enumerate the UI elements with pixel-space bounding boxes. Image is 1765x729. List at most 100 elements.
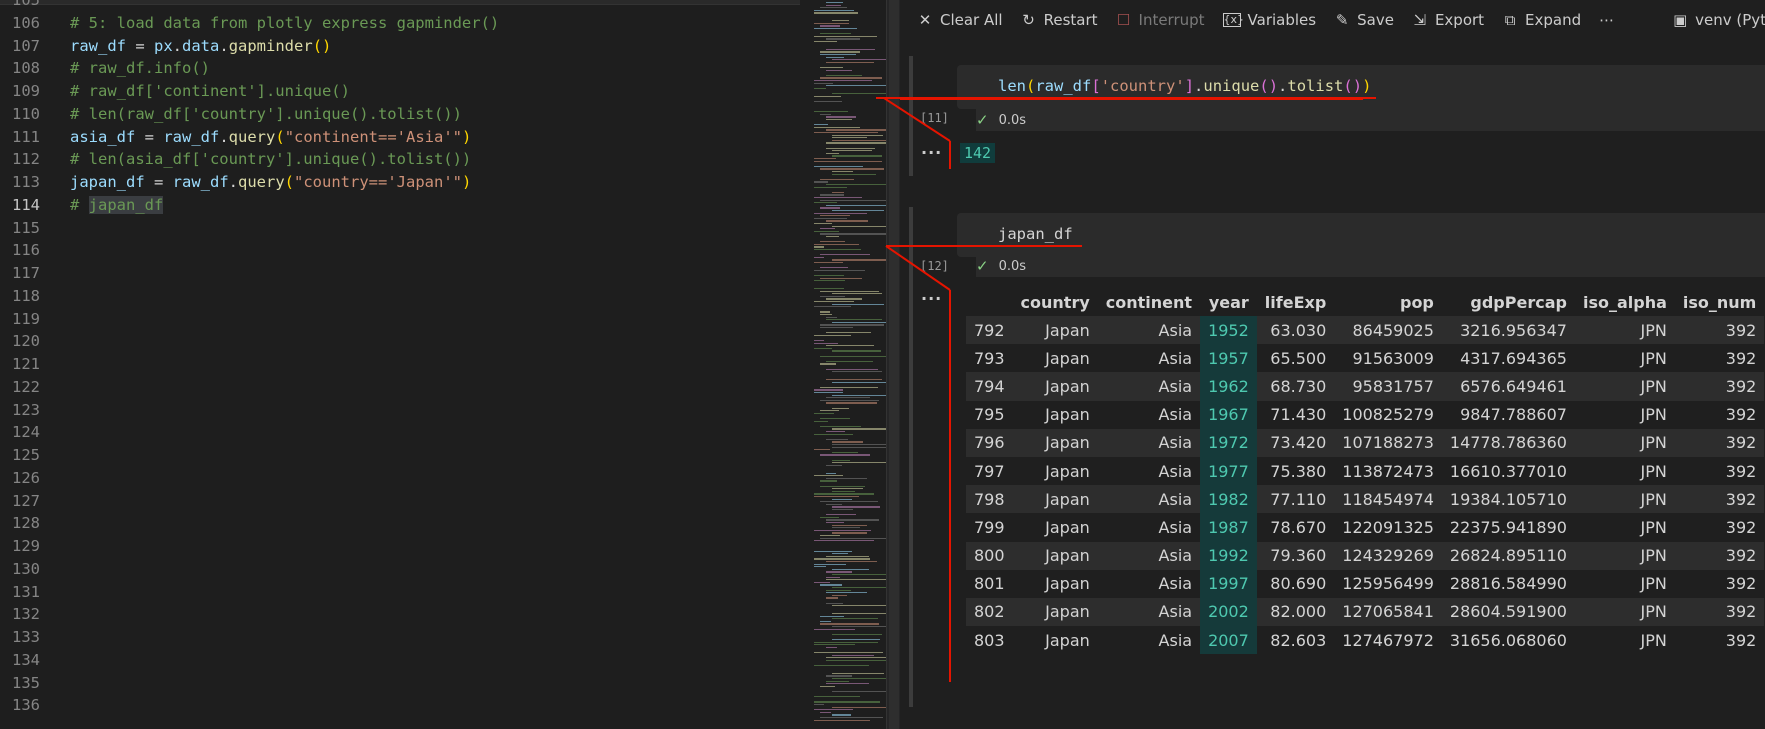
kernel-label: venv (Python 3 bbox=[1695, 11, 1765, 29]
minimap-line bbox=[820, 7, 848, 9]
code-line[interactable]: 122 bbox=[0, 376, 790, 399]
minimap-line bbox=[820, 290, 880, 292]
notebook-toolbar: ✕ Clear All ↻ Restart ☐ Interrupt {x} Va… bbox=[900, 0, 1765, 40]
table-cell: 3216.956347 bbox=[1460, 320, 1567, 340]
minimap-line bbox=[814, 347, 833, 350]
more-actions-button[interactable]: ⋯ bbox=[1599, 11, 1614, 29]
row-index: 794 bbox=[974, 376, 1005, 396]
code-line[interactable]: 118 bbox=[0, 285, 790, 308]
code-line[interactable]: 114 # japan_df bbox=[0, 194, 790, 217]
annotation-bracket-2 bbox=[949, 290, 951, 682]
minimap-line bbox=[832, 20, 850, 22]
code-line[interactable]: 106 # 5: load data from plotly express ga… bbox=[0, 12, 790, 35]
kernel-picker[interactable]: ▣ venv (Python 3 bbox=[1672, 11, 1765, 29]
code-line[interactable]: 116 bbox=[0, 239, 790, 262]
code-line[interactable]: 128 bbox=[0, 512, 790, 535]
code-line[interactable]: 108 # raw_df.info() bbox=[0, 57, 790, 80]
expand-button[interactable]: ⧉ Expand bbox=[1502, 11, 1581, 29]
minimap-line bbox=[814, 165, 864, 168]
code-line[interactable]: 115 bbox=[0, 217, 790, 240]
minimap-line bbox=[814, 342, 839, 344]
code-line[interactable]: 134 bbox=[0, 649, 790, 672]
code-line[interactable]: 121 bbox=[0, 353, 790, 376]
code-line[interactable]: 126 bbox=[0, 467, 790, 490]
minimap-line bbox=[814, 87, 827, 90]
code-line[interactable]: 107 raw_df = px.data.gapminder() bbox=[0, 35, 790, 58]
save-button[interactable]: ✎ Save bbox=[1334, 11, 1394, 29]
table-cell: 9847.788607 bbox=[1460, 405, 1567, 425]
minimap-line bbox=[814, 197, 862, 199]
minimap-line bbox=[832, 59, 888, 61]
minimap-line bbox=[826, 514, 857, 516]
table-cell: 19384.105710 bbox=[1449, 489, 1567, 509]
table-cell: 79.360 bbox=[1270, 546, 1327, 566]
clear-all-button[interactable]: ✕ Clear All bbox=[917, 11, 1003, 29]
minimap-line bbox=[814, 493, 874, 495]
code-line[interactable]: 133 bbox=[0, 626, 790, 649]
minimap-line bbox=[832, 678, 888, 680]
code-line[interactable]: 117 bbox=[0, 262, 790, 285]
line-number: 131 bbox=[12, 582, 40, 601]
cell-2-output-menu[interactable]: ··· bbox=[921, 289, 942, 308]
table-cell: 124329269 bbox=[1342, 546, 1434, 566]
code-line[interactable]: 110 # len(raw_df['country'].unique().toli… bbox=[0, 103, 790, 126]
code-line[interactable]: 125 bbox=[0, 444, 790, 467]
line-number: 109 bbox=[12, 82, 40, 100]
cell-1-output-menu[interactable]: ··· bbox=[921, 143, 942, 162]
minimap-line bbox=[814, 389, 843, 391]
minimap-line bbox=[826, 2, 843, 4]
cell-2-input[interactable]: japan_df bbox=[957, 213, 1765, 257]
code-line[interactable]: 109 # raw_df['continent'].unique() bbox=[0, 80, 790, 103]
scrollbar-thumb[interactable] bbox=[889, 0, 899, 729]
table-cell: JPN bbox=[1640, 461, 1667, 481]
variables-button[interactable]: {x} Variables bbox=[1222, 11, 1316, 29]
minimap-line bbox=[826, 472, 837, 474]
code-line[interactable]: 119 bbox=[0, 308, 790, 331]
table-cell: Asia bbox=[1158, 348, 1193, 368]
table-cell: 392 bbox=[1725, 489, 1757, 509]
minimap-line bbox=[814, 41, 838, 43]
line-number: 121 bbox=[12, 355, 40, 373]
minimap-line bbox=[820, 254, 871, 256]
code-line[interactable]: 136 bbox=[0, 694, 790, 717]
code-line[interactable]: 123 bbox=[0, 399, 790, 422]
code-line[interactable]: 120 bbox=[0, 330, 790, 353]
table-cell: 1952 bbox=[1200, 316, 1257, 345]
minimap-line bbox=[820, 327, 853, 329]
minimap-line bbox=[826, 602, 843, 604]
interrupt-button[interactable]: ☐ Interrupt bbox=[1116, 11, 1205, 29]
line-number: 107 bbox=[12, 36, 40, 55]
code-line[interactable]: 113 japan_df = raw_df.query("country=='Ja… bbox=[0, 171, 790, 194]
minimap-line bbox=[820, 25, 841, 27]
code-line[interactable]: 130 bbox=[0, 558, 790, 581]
restart-button[interactable]: ↻ Restart bbox=[1021, 11, 1097, 29]
cell-1-input[interactable]: len(raw_df['country'].unique().tolist()) bbox=[957, 65, 1765, 109]
row-index: 798 bbox=[974, 489, 1005, 509]
minimap-line bbox=[832, 139, 888, 142]
code-line[interactable]: 105 bbox=[0, 0, 790, 12]
line-number: 134 bbox=[12, 650, 40, 669]
code-line[interactable]: 111 asia_df = raw_df.query("continent=='A… bbox=[0, 126, 790, 149]
minimap[interactable] bbox=[800, 0, 890, 729]
editor-scrollbar[interactable] bbox=[886, 0, 901, 729]
code-line[interactable]: 127 bbox=[0, 490, 790, 513]
code-editor[interactable]: 105 106 # 5: load data from plotly express… bbox=[0, 0, 800, 729]
code-line[interactable]: 129 bbox=[0, 535, 790, 558]
minimap-line bbox=[820, 363, 836, 365]
minimap-line bbox=[814, 132, 878, 134]
table-cell: 107188273 bbox=[1342, 433, 1434, 453]
code-line[interactable]: 124 bbox=[0, 421, 790, 444]
export-button[interactable]: ⇲ Export bbox=[1412, 11, 1484, 29]
minimap-line bbox=[820, 54, 857, 56]
code-line[interactable]: 131 bbox=[0, 581, 790, 604]
code-line[interactable]: 112 # len(asia_df['country'].unique().tol… bbox=[0, 148, 790, 171]
row-index: 802 bbox=[974, 602, 1005, 622]
minimap-line bbox=[826, 683, 869, 685]
row-index: 792 bbox=[974, 320, 1005, 340]
dataframe-header: country continent year lifeExp pop gdpPercap i… bbox=[966, 289, 1764, 316]
minimap-line bbox=[820, 425, 861, 428]
code-line[interactable]: 132 bbox=[0, 603, 790, 626]
table-cell: 80.690 bbox=[1270, 574, 1327, 594]
table-cell: 392 bbox=[1725, 517, 1757, 537]
code-line[interactable]: 135 bbox=[0, 672, 790, 695]
